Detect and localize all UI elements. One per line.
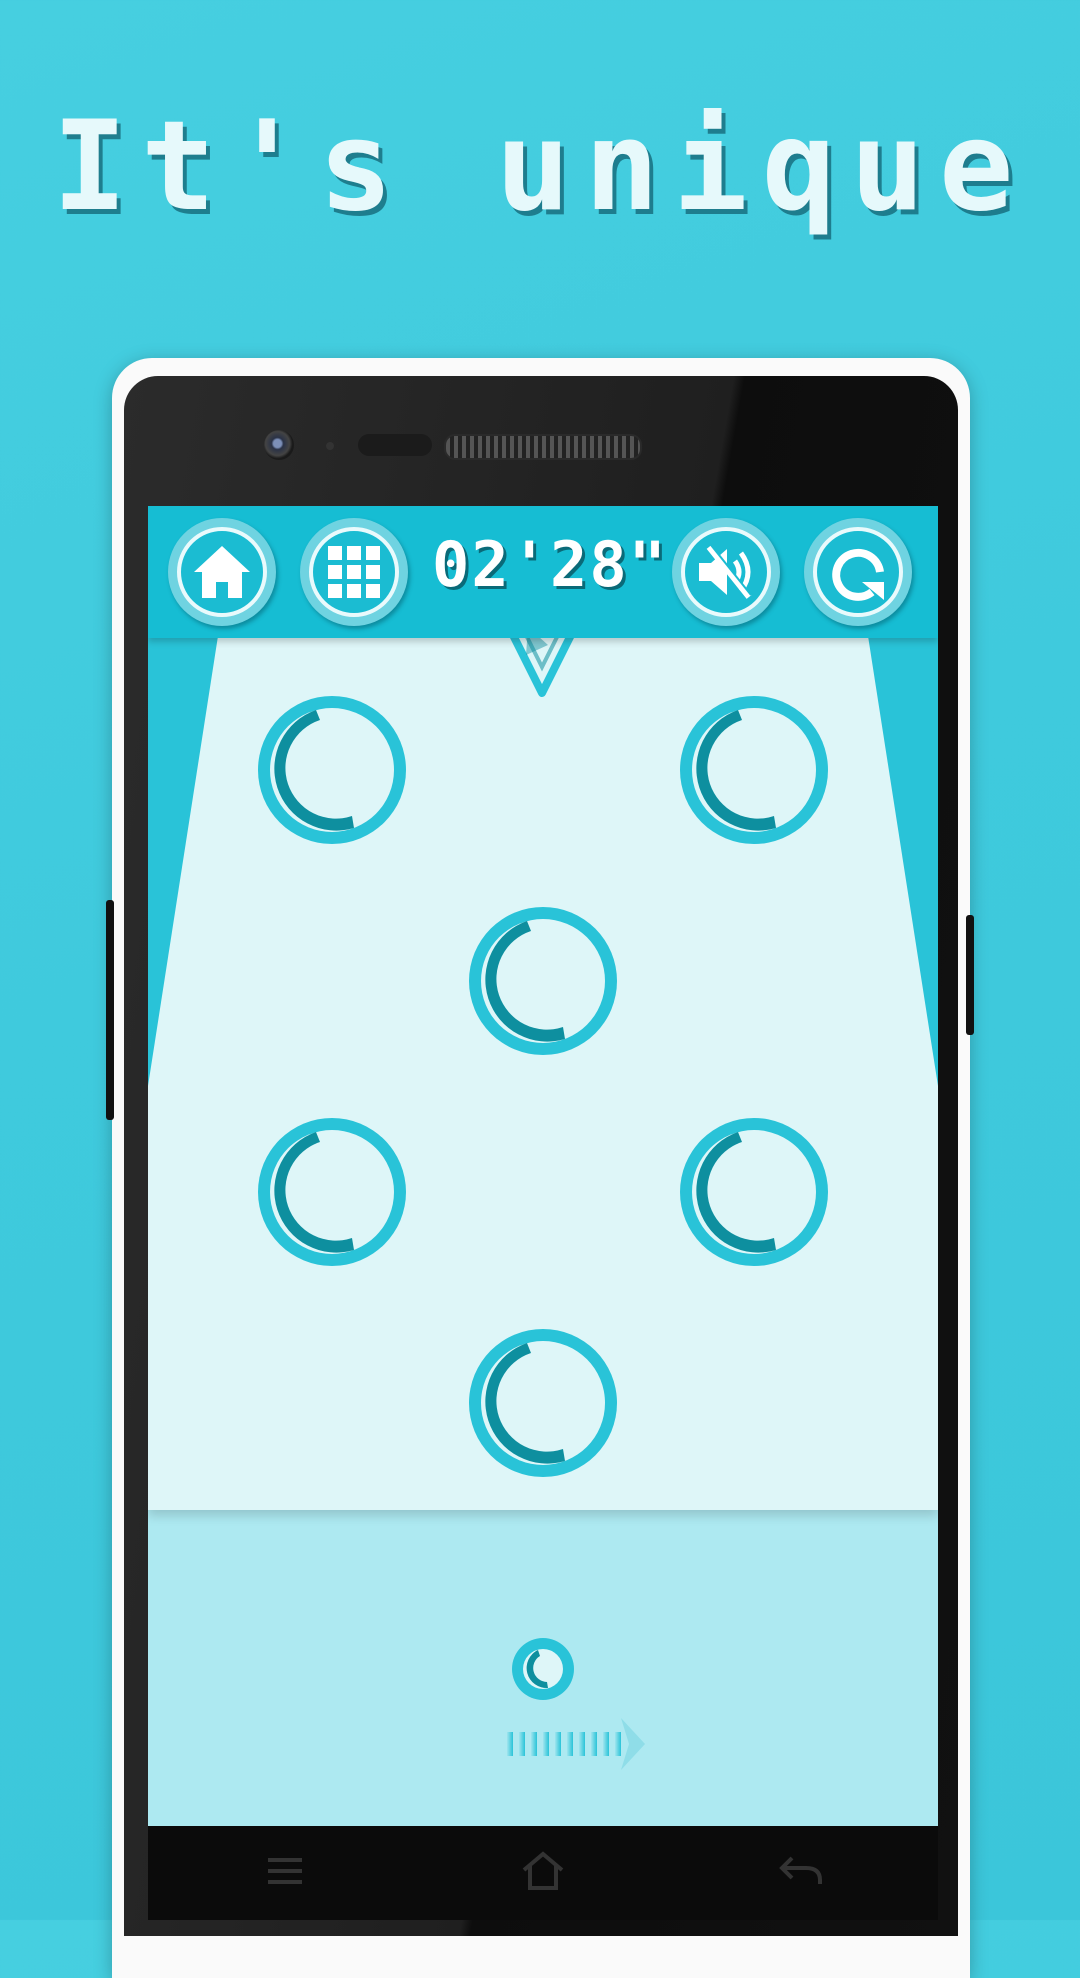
home-outline-icon[interactable]: [518, 1846, 568, 1896]
grid-icon: [328, 546, 380, 598]
levels-button[interactable]: [300, 518, 408, 626]
phone-side-button-left: [106, 900, 114, 1120]
sound-toggle-button[interactable]: [672, 518, 780, 626]
restart-button[interactable]: [804, 518, 912, 626]
top-bar: 02'28": [148, 506, 938, 638]
back-icon[interactable]: [776, 1846, 826, 1896]
rotating-ring[interactable]: [252, 690, 412, 850]
left-wedge-decoration: [148, 636, 218, 1086]
phone-sensor: [326, 442, 334, 450]
android-nav-bar: [148, 1826, 938, 1920]
game-board: [148, 506, 938, 1510]
phone-camera: [264, 430, 294, 460]
headline: It's unique: [52, 95, 1028, 239]
menu-icon[interactable]: [260, 1846, 310, 1896]
home-icon: [194, 546, 250, 598]
game-screen: 02'28": [148, 506, 938, 1826]
sound-off-icon: [699, 544, 752, 599]
next-arrow[interactable]: [503, 1716, 648, 1772]
timer: 02'28": [432, 528, 668, 601]
rotating-ring[interactable]: [463, 1323, 623, 1483]
progress-indicator: [512, 1638, 574, 1700]
restart-icon: [832, 548, 884, 601]
right-wedge-decoration: [868, 636, 938, 1086]
rotating-ring[interactable]: [252, 1112, 412, 1272]
rotating-ring[interactable]: [463, 901, 623, 1061]
phone-speaker: [444, 434, 642, 460]
rotating-ring[interactable]: [674, 690, 834, 850]
phone-proximity-sensor: [358, 434, 432, 456]
home-button[interactable]: [168, 518, 276, 626]
rotating-ring[interactable]: [674, 1112, 834, 1272]
phone-side-button-right: [966, 915, 974, 1035]
